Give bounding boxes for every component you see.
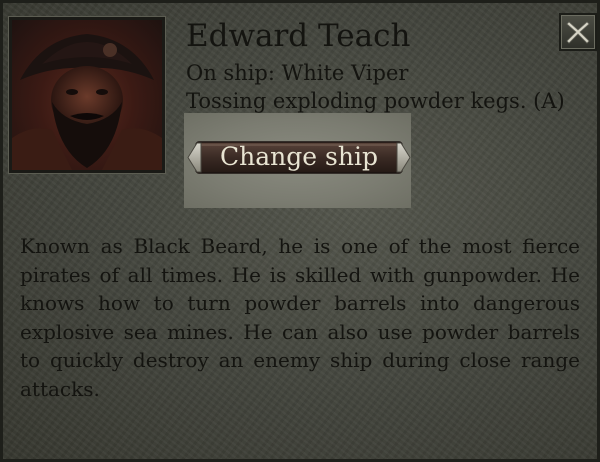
close-button[interactable]	[559, 13, 597, 51]
character-info-panel: Edward Teach On ship: White Viper Tossin…	[0, 0, 600, 462]
character-portrait	[9, 17, 165, 173]
close-x-icon	[566, 21, 590, 44]
pirate-portrait-icon	[12, 34, 162, 170]
change-ship-button[interactable]: Change ship	[187, 139, 411, 176]
change-ship-label: Change ship	[220, 142, 378, 171]
character-description: Known as Black Beard, he is one of the m…	[20, 234, 580, 401]
assigned-ship-text: On ship: White Viper	[186, 61, 409, 85]
character-name: Edward Teach	[186, 18, 411, 54]
ability-text: Tossing exploding powder kegs. (A)	[186, 89, 565, 113]
